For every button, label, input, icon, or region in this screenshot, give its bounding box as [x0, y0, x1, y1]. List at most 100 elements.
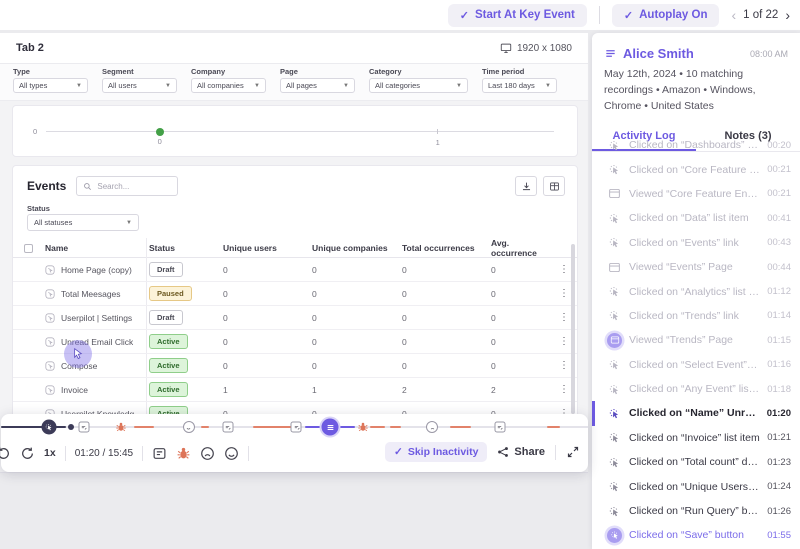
status-badge: Active [149, 334, 188, 349]
activity-log-item[interactable]: Clicked on “Invoice” list item 01:21 [592, 426, 800, 450]
skip-back-button[interactable] [0, 446, 11, 461]
timeline-marker-note-icon[interactable] [494, 422, 505, 433]
player-top-bar: ✓ Start At Key Event ✓ Autoplay On ‹ 1 o… [0, 0, 800, 30]
timeline-marker-bug-icon[interactable] [357, 421, 369, 433]
filter-select[interactable]: All companies ▼ [191, 78, 266, 93]
event-table-row[interactable]: Invoice Active 1 1 2 2 ⋮ [13, 378, 577, 402]
slider-handle[interactable]: 0 [156, 128, 164, 136]
session-user-name[interactable]: Alice Smith [623, 46, 694, 61]
activity-log-item[interactable]: Clicked on “Run Query” button 01:26 [592, 499, 800, 523]
activity-log-item[interactable]: Clicked on “Analytics” list item 01:12 [592, 279, 800, 303]
activity-log-item[interactable]: Clicked on “Core Feature Engagem... 00:2… [592, 157, 800, 181]
activity-log-item[interactable]: Viewed “Core Feature Engagment” 00:21 [592, 182, 800, 206]
slider-tick: 1 [437, 129, 438, 134]
errors-marker-button[interactable] [176, 446, 191, 461]
activity-log-item[interactable]: Clicked on “Select Event” dropdown 01:16 [592, 353, 800, 377]
timeline-marker-list-icon[interactable] [322, 419, 339, 436]
skip-forward-button[interactable] [20, 446, 35, 461]
activity-log-item[interactable]: Viewed “Trends” Page 01:15 [592, 328, 800, 352]
timeline-marker-click-icon[interactable] [42, 420, 57, 435]
event-type-icon [45, 337, 55, 347]
slider-track[interactable]: 0 1 [46, 131, 554, 132]
avg-occurrence-value: 2 [489, 385, 551, 395]
timeline-track[interactable] [1, 418, 588, 436]
event-name: Total Meesages [61, 289, 121, 299]
smiley-face-icon [224, 446, 239, 461]
unique-users-value: 0 [221, 361, 310, 371]
activity-label: Clicked on “Any Event” list item [629, 383, 760, 395]
activity-log-item[interactable]: Clicked on “Data” list item 00:41 [592, 206, 800, 230]
event-type-icon [45, 289, 55, 299]
chevron-down-icon: ▼ [456, 83, 462, 89]
session-header: Alice Smith 08:00 AM [592, 33, 800, 61]
event-name: Invoice [61, 385, 88, 395]
activity-timestamp: 00:41 [767, 213, 791, 224]
event-table-row[interactable]: Home Page (copy) Draft 0 0 0 0 ⋮ [13, 258, 577, 282]
autoplay-toggle-button[interactable]: ✓ Autoplay On [612, 4, 720, 27]
event-table-row[interactable]: Compose Active 0 0 0 0 ⋮ [13, 354, 577, 378]
events-search-input[interactable] [97, 182, 171, 191]
activity-label: Clicked on “Dashboards” list item [629, 139, 760, 151]
recorded-slider-card: 0 0 1 [12, 105, 578, 157]
activity-timestamp: 01:24 [767, 481, 791, 492]
prev-recording-icon[interactable]: ‹ [731, 8, 736, 22]
unique-users-value: 0 [221, 313, 310, 323]
activity-log-item[interactable]: Clicked on “Name” Unread Email C... 01:2… [592, 401, 800, 425]
event-table-row[interactable]: Total Meesages Paused 0 0 0 0 ⋮ [13, 282, 577, 306]
download-button[interactable] [515, 176, 537, 196]
timeline-marker-note-icon[interactable] [291, 422, 302, 433]
timeline-marker-note-icon[interactable] [222, 422, 233, 433]
filter-select[interactable]: All users ▼ [102, 78, 177, 93]
events-table-body: Home Page (copy) Draft 0 0 0 0 ⋮ [13, 258, 577, 426]
column-unique-companies: Unique companies [310, 243, 400, 253]
share-button[interactable]: Share [497, 446, 545, 458]
events-header: Events [13, 166, 577, 196]
activity-timestamp: 00:20 [767, 140, 791, 151]
timeline-marker-note-icon[interactable] [78, 422, 89, 433]
chevron-down-icon: ▼ [165, 83, 171, 89]
session-list-icon[interactable] [604, 47, 617, 60]
timeline-marker-bug-icon[interactable] [115, 421, 127, 433]
event-table-row[interactable]: Unread Email Click Active 0 0 0 0 ⋮ [13, 330, 577, 354]
click-icon [608, 505, 621, 518]
activity-log-item[interactable]: Viewed “Events” Page 00:44 [592, 255, 800, 279]
status-badge: Draft [149, 262, 183, 277]
pagination-label: 1 of 22 [743, 9, 778, 21]
filter-select[interactable]: All categories ▼ [369, 78, 468, 93]
skip-inactivity-toggle[interactable]: ✓ Skip Inactivity [385, 442, 487, 462]
status-filter-select[interactable]: All statuses ▼ [27, 214, 139, 231]
timeline-marker-frown-icon[interactable] [426, 421, 438, 433]
status-badge: Active [149, 358, 188, 373]
activity-log-item[interactable]: Clicked on “Dashboards” list item 00:20 [592, 133, 800, 157]
recorded-tab-bar: Tab 2 1920 x 1080 [0, 33, 588, 64]
timeline-marker-dot[interactable] [68, 424, 74, 430]
start-at-key-event-button[interactable]: ✓ Start At Key Event [448, 4, 587, 27]
happy-marker-button[interactable] [224, 446, 239, 461]
events-table-header: Name Status Unique users Unique companie… [13, 238, 577, 258]
share-label: Share [514, 446, 545, 458]
activity-log-item[interactable]: Clicked on “Any Event” list item 01:18 [592, 377, 800, 401]
fullscreen-button[interactable] [566, 445, 580, 459]
filter-select[interactable]: All pages ▼ [280, 78, 355, 93]
activity-log-item[interactable]: Clicked on “Trends” link 01:14 [592, 304, 800, 328]
filter-select[interactable]: All types ▼ [13, 78, 88, 93]
events-search[interactable] [76, 176, 178, 196]
playback-speed-button[interactable]: 1x [44, 447, 56, 459]
notes-marker-button[interactable] [152, 446, 167, 461]
table-scrollbar[interactable] [571, 244, 575, 414]
activity-log-item[interactable]: Clicked on “Save” button 01:55 [592, 523, 800, 547]
divider [142, 446, 143, 461]
frustration-marker-button[interactable] [200, 446, 215, 461]
columns-button[interactable] [543, 176, 565, 196]
activity-log-item[interactable]: Clicked on “Unique Users” list item 01:2… [592, 474, 800, 498]
unique-companies-value: 0 [310, 361, 400, 371]
select-all-checkbox[interactable] [24, 244, 33, 253]
activity-log-item[interactable]: Clicked on “Events” link 00:43 [592, 231, 800, 255]
event-table-row[interactable]: Userpilot | Settings Draft 0 0 0 0 ⋮ [13, 306, 577, 330]
timeline-marker-smiley-icon[interactable] [183, 421, 195, 433]
next-recording-icon[interactable]: › [785, 8, 790, 22]
activity-event-icon [607, 430, 622, 445]
filter-select[interactable]: Last 180 days ▼ [482, 78, 557, 93]
activity-log-item[interactable]: Clicked on “Total count” dropdown 01:23 [592, 450, 800, 474]
cursor-icon [70, 346, 86, 362]
